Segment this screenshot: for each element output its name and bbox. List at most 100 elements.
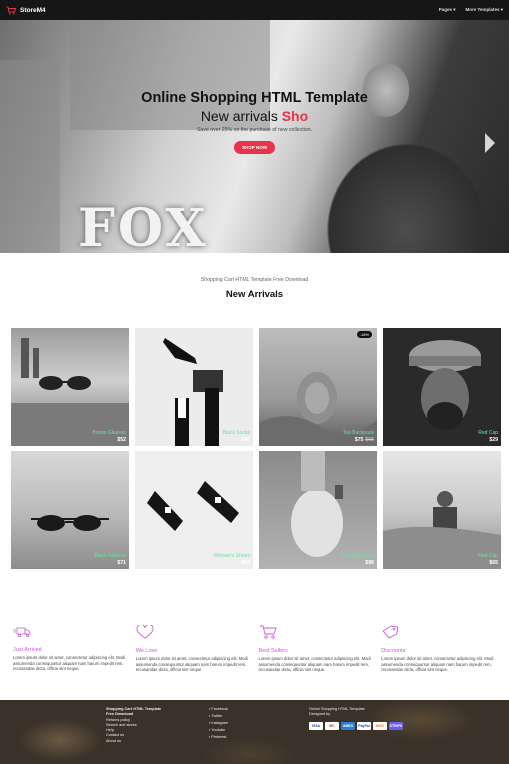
product-card[interactable]: -18% Tea Backpack $75 $96 (259, 328, 377, 446)
price-current: $52 (117, 437, 126, 443)
price-tag-icon (382, 625, 399, 639)
product-name: Black Glasses (94, 553, 126, 559)
nav-more-label: More Templates (465, 7, 500, 12)
hero-description: Save over 25% on the purchase of new col… (196, 127, 313, 133)
social-link-facebook[interactable]: ▪ Facebook (209, 706, 228, 713)
feature-title: We Love (135, 648, 158, 654)
discount-badge: -18% (356, 331, 372, 338)
product-card[interactable]: Red Cap $29 (383, 328, 501, 446)
hero-subtitle-prefix: New arrivals (200, 108, 282, 124)
social-link-twitter[interactable]: ▪ Twitter (209, 713, 228, 720)
features-section: Just Arrived Lorem ipsum dolor sit amet,… (13, 624, 496, 673)
price-current: $46 (241, 437, 250, 443)
product-image (31, 515, 109, 531)
social-label: Instagram (211, 721, 229, 725)
product-card[interactable]: Brown Glasses $52 (11, 328, 129, 446)
amex-icon: AMEX (341, 722, 355, 730)
social-link-instagram[interactable]: ▪ Instagram (209, 720, 228, 727)
arrivals-title: New Arrivals (225, 289, 284, 300)
product-image (147, 481, 239, 531)
feature-description: Lorem ipsum dolor sit amet, consectetur … (258, 656, 371, 673)
price-current: $43 (241, 560, 250, 566)
feature-item: Discounts Lorem ipsum dolor sit amet, co… (381, 625, 496, 673)
product-price: $52 (117, 437, 126, 443)
delivery-truck-icon (13, 627, 31, 638)
social-label: Youtube (211, 728, 226, 732)
price-current: $96 (365, 560, 374, 566)
footer-links-column: Shopping Cart HTML Template Free Downloa… (106, 707, 166, 744)
product-image (291, 451, 343, 557)
feature-description: Lorem ipsum dolor sit amet, consectetur … (135, 656, 248, 673)
product-name: Red Cap (478, 553, 498, 559)
product-name: Red Cap (478, 430, 498, 436)
hero-subtitle: New arrivals Sho (0, 108, 509, 124)
footer-social-column: ▪ Facebook ▪ Twitter ▪ Instagram ▪ Youtu… (209, 706, 228, 741)
product-price: $43 (241, 560, 250, 566)
product-image (383, 491, 501, 569)
paypal-icon: PayPal (357, 722, 371, 730)
discover-icon: DISC (373, 722, 387, 730)
brand-name: StoreM4 (20, 6, 46, 14)
feature-title: Just Arrived (13, 647, 42, 653)
hero-content: Online Shopping HTML Template New arriva… (0, 90, 509, 154)
product-card[interactable]: Red Cap $65 (383, 451, 501, 569)
product-image (409, 340, 481, 430)
social-label: Pinterest (211, 735, 227, 739)
product-card[interactable]: Pink Backpack $96 (259, 451, 377, 569)
hero-building-left (0, 60, 60, 253)
product-image (259, 372, 377, 446)
footer-credit[interactable]: Designed by (309, 712, 403, 717)
cart-icon (6, 6, 16, 15)
feature-description: Lorem ipsum dolor sit amet, consectetur … (13, 655, 126, 672)
social-label: Facebook (211, 707, 229, 711)
footer-col1-title: Shopping Cart HTML Template Free Downloa… (106, 707, 162, 717)
footer-info-column: Online Shopping HTML Template Designed b… (309, 707, 403, 730)
product-name: Pink Backpack (341, 553, 374, 559)
social-link-pinterest[interactable]: ▪ Pinterest (209, 734, 228, 741)
hero-banner: FOX Online Shopping HTML Template New ar… (0, 20, 509, 253)
product-name: Black Socks (222, 430, 250, 436)
product-price: $75 $96 (355, 437, 374, 443)
feature-item: We Love Lorem ipsum dolor sit amet, cons… (135, 624, 251, 673)
product-card[interactable]: Black Socks $46 (135, 328, 253, 446)
nav-more-templates[interactable]: More Templates ▾ (466, 7, 503, 13)
price-current: $71 (117, 560, 126, 566)
product-price: $71 (117, 560, 126, 566)
footer-link[interactable]: About us (106, 739, 166, 744)
price-current: $29 (489, 437, 498, 443)
product-card[interactable]: Women's Shoes $43 (135, 451, 253, 569)
hero-subtitle-accent: Sho (281, 108, 309, 124)
feature-item: Just Arrived Lorem ipsum dolor sit amet,… (13, 625, 128, 673)
hero-title: Online Shopping HTML Template (141, 90, 368, 106)
price-current: $65 (489, 560, 498, 566)
product-card[interactable]: Black Glasses $71 (11, 451, 129, 569)
nav-pages-label: Pages (438, 7, 453, 12)
product-grid: Brown Glasses $52 Black Socks $46 -18% T… (11, 328, 501, 569)
feature-item: Best Sellers Lorem ipsum dolor sit amet,… (259, 625, 374, 673)
social-label: Twitter (211, 714, 223, 718)
feature-description: Lorem ipsum dolor sit amet, consectetur … (381, 656, 494, 673)
price-old: $96 (365, 437, 374, 443)
heart-icon (136, 624, 154, 639)
shop-now-button[interactable]: SHOP NOW (234, 141, 275, 154)
nav-pages[interactable]: Pages ▾ (439, 7, 456, 13)
footer: Shopping Cart HTML Template Free Downloa… (0, 700, 509, 764)
product-price: $46 (241, 437, 250, 443)
shopping-cart-icon (259, 625, 277, 639)
product-price: $96 (365, 560, 374, 566)
product-price: $29 (489, 437, 498, 443)
payment-methods: VISA MC AMEX PayPal DISC STRIPE (309, 722, 403, 730)
feature-title: Best Sellers (258, 648, 288, 654)
stripe-icon: STRIPE (389, 722, 403, 730)
brand-logo[interactable]: StoreM4 (6, 6, 46, 15)
feature-title: Discounts (381, 648, 406, 654)
price-current: $75 (354, 437, 364, 443)
product-name: Brown Glasses (92, 430, 126, 436)
arrivals-subtitle: Shopping Cart HTML Template Free Downloa… (200, 277, 309, 283)
product-price: $65 (489, 560, 498, 566)
visa-icon: VISA (309, 722, 323, 730)
hero-next-arrow-icon[interactable] (485, 133, 495, 153)
product-image (135, 328, 253, 446)
navbar: StoreM4 Pages ▾ More Templates ▾ (0, 0, 509, 20)
social-link-youtube[interactable]: ▪ Youtube (209, 727, 228, 734)
